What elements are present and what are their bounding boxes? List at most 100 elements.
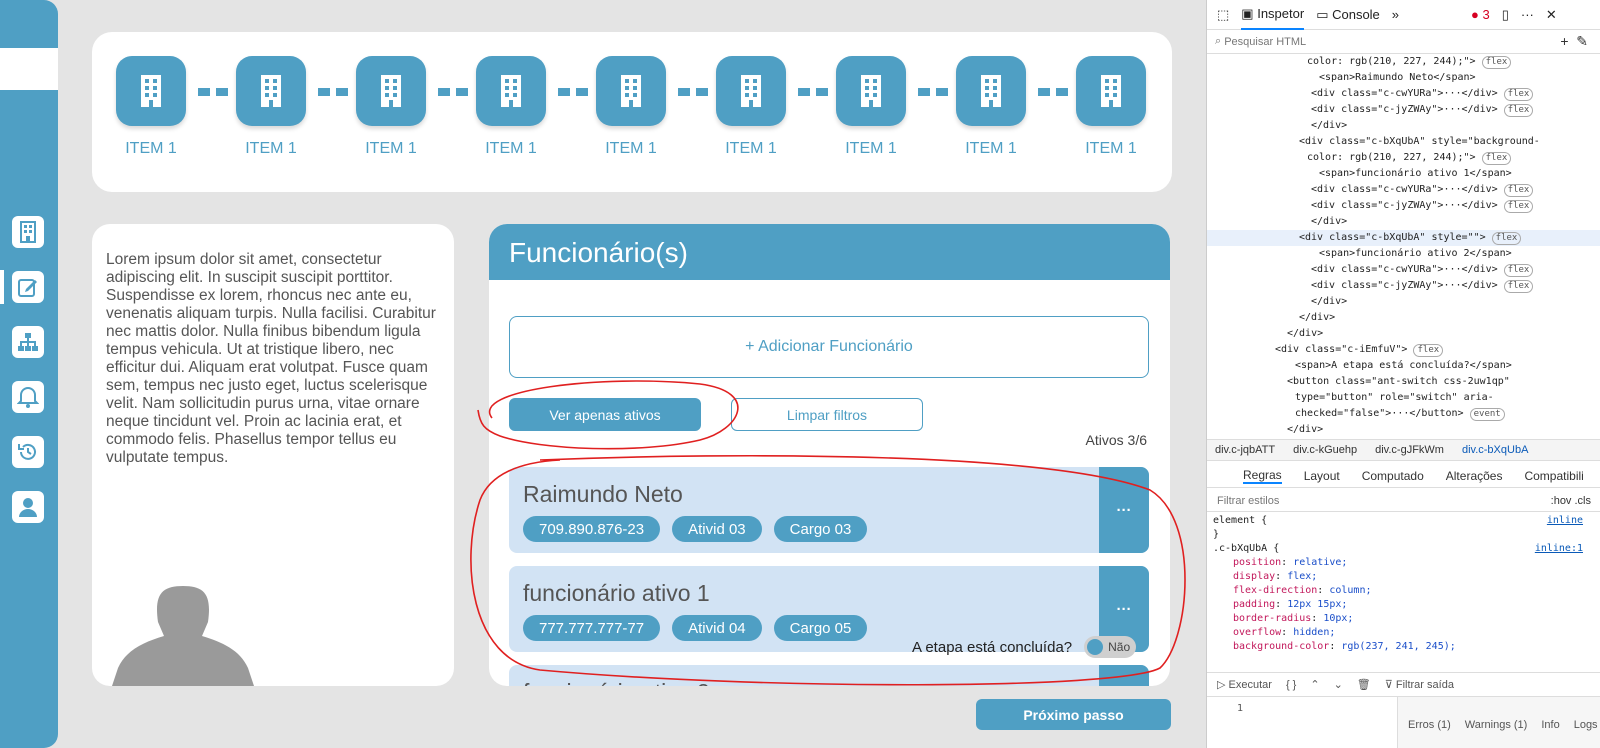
pick-element-icon[interactable]: ⬚	[1217, 7, 1229, 23]
dom-tree-line[interactable]: <div class="c-jyZWAy">···</div> flex	[1207, 278, 1600, 294]
dom-tree-line[interactable]: <div class="c-jyZWAy">···</div> flex	[1207, 102, 1600, 118]
trash-icon[interactable]: 🗑	[1357, 678, 1371, 691]
dom-tree-line[interactable]: color: rgb(210, 227, 244);"> flex	[1207, 54, 1600, 70]
panel-tab[interactable]: Compatibili	[1524, 469, 1583, 483]
dom-tree-line[interactable]: <button class="ant-switch css-2uw1qp"	[1207, 374, 1600, 390]
panel-tab[interactable]: Regras	[1243, 468, 1282, 484]
dom-tree-line[interactable]: type="button" role="switch" aria-	[1207, 390, 1600, 406]
close-icon[interactable]: ✕	[1546, 7, 1557, 23]
dom-tree-line[interactable]: checked="false">···</button> event	[1207, 406, 1600, 422]
breadcrumb-item[interactable]: div.c-kGuehp	[1293, 444, 1357, 456]
tab-console[interactable]: ▭ Console	[1316, 7, 1380, 23]
dom-badge[interactable]: event	[1469, 408, 1505, 421]
style-rule-line[interactable]: padding: 12px 15px;	[1213, 598, 1583, 612]
dom-tree-line[interactable]: <div class="c-bXqUbA" style="background-	[1207, 134, 1600, 150]
dom-badge[interactable]: flex	[1503, 264, 1534, 277]
menu-dots-icon[interactable]: ···	[1521, 7, 1534, 22]
user-icon[interactable]	[12, 491, 44, 523]
dom-badge[interactable]: flex	[1491, 232, 1522, 245]
style-rule-line[interactable]: flex-direction: column;	[1213, 584, 1583, 598]
style-rule-line[interactable]: border-radius: 10px;	[1213, 612, 1583, 626]
panel-tab[interactable]: Computado	[1362, 469, 1424, 483]
dom-tree-line[interactable]: </div>	[1207, 118, 1600, 134]
employee-menu-button[interactable]: ···	[1099, 665, 1149, 686]
notification-icon[interactable]	[12, 381, 44, 413]
logs-filter[interactable]: Logs (	[1574, 719, 1600, 748]
dom-tree-line[interactable]: <div class="c-bXqUbA" style=""> flex	[1207, 230, 1600, 246]
down-icon[interactable]: ⌄	[1334, 678, 1343, 691]
stage-complete-switch[interactable]: Não	[1084, 636, 1137, 658]
panel-tab[interactable]: Layout	[1304, 469, 1340, 483]
step-item[interactable]: ITEM 1	[596, 56, 666, 158]
dom-tree-line[interactable]: <span>funcionário ativo 2</span>	[1207, 246, 1600, 262]
style-rule-line[interactable]: position: relative;	[1213, 556, 1583, 570]
info-filter[interactable]: Info	[1541, 719, 1559, 748]
style-rules[interactable]: element {inline} .c-bXqUbA {inline:1 posit…	[1213, 514, 1583, 654]
employee-menu-button[interactable]: ···	[1099, 467, 1149, 553]
employee-card[interactable]: Raimundo Neto 709.890.876-23 Ativid 03 Carg…	[509, 467, 1149, 553]
history-icon[interactable]	[12, 436, 44, 468]
more-tabs-icon[interactable]: »	[1392, 7, 1399, 22]
dom-tree-line[interactable]: </div>	[1207, 214, 1600, 230]
dom-tree-line[interactable]: <span>Raimundo Neto</span>	[1207, 70, 1600, 86]
rule-source[interactable]: inline	[1547, 514, 1583, 528]
step-item[interactable]: ITEM 1	[836, 56, 906, 158]
dom-tree-line[interactable]: <div class="c-iEmfuV"> flex	[1207, 342, 1600, 358]
brackets-icon[interactable]: { }	[1286, 679, 1296, 691]
error-count-badge[interactable]: ● 3	[1471, 7, 1490, 22]
step-item[interactable]: ITEM 1	[476, 56, 546, 158]
step-item[interactable]: ITEM 1	[1076, 56, 1146, 158]
filter-output[interactable]: ⊽ Filtrar saída	[1385, 678, 1454, 691]
style-rule-line[interactable]: display: flex;	[1213, 570, 1583, 584]
add-employee-button[interactable]: + Adicionar Funcionário	[509, 316, 1149, 378]
dom-badge[interactable]: flex	[1413, 344, 1444, 357]
step-item[interactable]: ITEM 1	[956, 56, 1026, 158]
rule-source[interactable]: inline:1	[1535, 542, 1583, 556]
dom-badge[interactable]: flex	[1503, 184, 1534, 197]
dom-tree-line[interactable]: <div class="c-cwYURa">···</div> flex	[1207, 262, 1600, 278]
breadcrumb-item[interactable]: div.c-gJFkWm	[1375, 444, 1444, 456]
style-rule-line[interactable]: background-color: rgb(237, 241, 245);	[1213, 640, 1583, 654]
step-item[interactable]: ITEM 1	[236, 56, 306, 158]
dom-badge[interactable]: flex	[1503, 88, 1534, 101]
dom-tree-line[interactable]: </div>	[1207, 294, 1600, 310]
dom-tree-line[interactable]: </div>	[1207, 310, 1600, 326]
breadcrumb-item[interactable]: div.c-jqbATT	[1215, 444, 1275, 456]
style-rule-line[interactable]: overflow: hidden;	[1213, 626, 1583, 640]
building-icon[interactable]	[12, 216, 44, 248]
run-button[interactable]: ▷ Executar	[1217, 678, 1272, 691]
step-item[interactable]: ITEM 1	[356, 56, 426, 158]
dom-tree-line[interactable]: color: rgb(210, 227, 244);"> flex	[1207, 150, 1600, 166]
errors-filter[interactable]: Erros (1)	[1408, 719, 1451, 748]
dom-tree-line[interactable]: <div class="c-jyZWAy">···</div> flex	[1207, 198, 1600, 214]
step-item[interactable]: ITEM 1	[716, 56, 786, 158]
style-rule-line[interactable]: }	[1213, 528, 1583, 542]
dom-tree[interactable]: color: rgb(210, 227, 244);"> flex <span>R…	[1207, 54, 1600, 434]
dom-tree-line[interactable]: </div>	[1207, 326, 1600, 342]
filter-active-button[interactable]: Ver apenas ativos	[509, 398, 701, 431]
dom-tree-line[interactable]: <span>funcionário ativo 1</span>	[1207, 166, 1600, 182]
dom-badge[interactable]: flex	[1503, 280, 1534, 293]
dom-tree-line[interactable]: <div class="c-cwYURa">···</div> flex	[1207, 86, 1600, 102]
employee-card[interactable]: funcionário ativo 2 ···	[509, 665, 1149, 686]
warnings-filter[interactable]: Warnings (1)	[1465, 719, 1528, 748]
dom-badge[interactable]: flex	[1503, 104, 1534, 117]
hov-cls-toggles[interactable]: :hov .cls	[1551, 495, 1591, 507]
dom-badge[interactable]: flex	[1503, 200, 1534, 213]
html-search[interactable]: ⌕ Pesquisar HTML + ✎	[1207, 30, 1600, 54]
dom-tree-line[interactable]: </div>	[1207, 422, 1600, 434]
next-step-button[interactable]: Próximo passo	[976, 699, 1171, 730]
styles-filter[interactable]: Filtrar estilos :hov .cls	[1207, 490, 1600, 512]
dom-badge[interactable]: flex	[1481, 56, 1512, 69]
style-rule-line[interactable]: .c-bXqUbA {inline:1	[1213, 542, 1583, 556]
dom-tree-line[interactable]: <div class="c-cwYURa">···</div> flex	[1207, 182, 1600, 198]
panel-tab[interactable]: Alterações	[1446, 469, 1503, 483]
tab-inspector[interactable]: ▣ Inspetor	[1241, 0, 1305, 30]
breadcrumb-item[interactable]: div.c-bXqUbA	[1462, 444, 1528, 456]
org-chart-icon[interactable]	[12, 326, 44, 358]
add-node-icon[interactable]: + ✎	[1560, 33, 1588, 50]
style-rule-line[interactable]: element {inline	[1213, 514, 1583, 528]
step-item[interactable]: ITEM 1	[116, 56, 186, 158]
dom-tree-line[interactable]: <span>A etapa está concluída?</span>	[1207, 358, 1600, 374]
dom-badge[interactable]: flex	[1481, 152, 1512, 165]
